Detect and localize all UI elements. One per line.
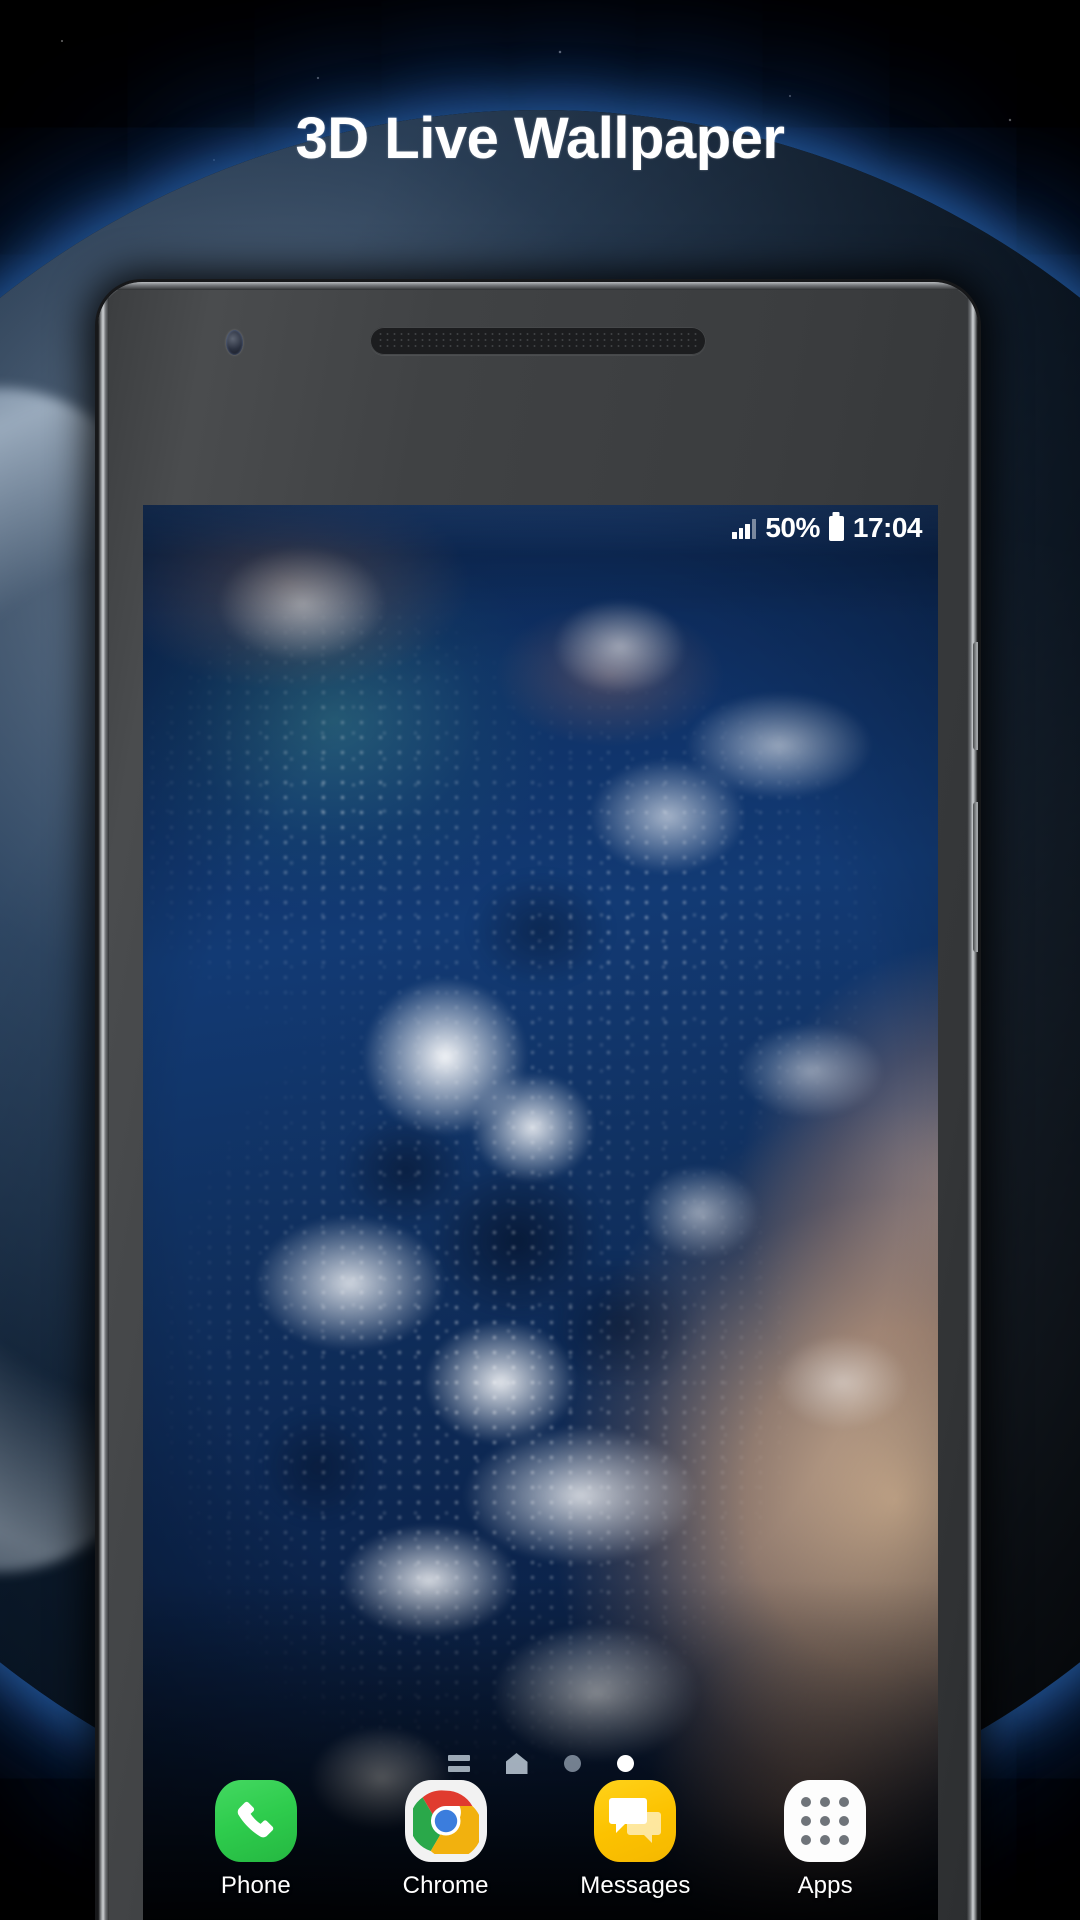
phone-screen[interactable]: 50% 17:04 Phone Chrome Messages Apps [143, 505, 938, 1920]
dock-item-apps[interactable]: Apps [750, 1780, 900, 1900]
speaker-holes [377, 331, 699, 351]
wallpaper-vignette [143, 505, 938, 1920]
dock-label: Chrome [402, 1872, 489, 1899]
page-indicator [143, 1753, 938, 1774]
home-page-icon[interactable] [505, 1753, 528, 1774]
chrome-icon[interactable] [404, 1780, 487, 1862]
phone-left-rim [98, 282, 109, 1920]
dock-label: Phone [220, 1872, 291, 1899]
front-camera-icon [226, 330, 243, 355]
volume-button[interactable] [973, 802, 978, 952]
messages-icon[interactable] [594, 1780, 677, 1862]
dock-item-chrome[interactable]: Chrome [371, 1780, 521, 1900]
page-title: 3D Live Wallpaper [295, 106, 785, 171]
phone-right-rim [967, 282, 978, 1920]
battery-icon [828, 515, 844, 541]
battery-percent-label: 50% [765, 512, 820, 543]
dock-label: Apps [797, 1872, 853, 1899]
power-button[interactable] [973, 642, 978, 750]
status-bar: 50% 17:04 [143, 505, 938, 551]
phone-mockup: 50% 17:04 Phone Chrome Messages Apps [98, 282, 978, 1920]
apps-grid-dots [801, 1797, 850, 1845]
cellular-signal-icon [732, 518, 757, 539]
status-bar-clock: 17:04 [852, 512, 923, 543]
home-dock: Phone Chrome Messages Apps [143, 1774, 938, 1920]
dock-item-messages[interactable]: Messages [560, 1780, 710, 1900]
page-dot[interactable] [563, 1755, 581, 1772]
dock-label: Messages [580, 1872, 691, 1899]
dock-item-phone[interactable]: Phone [181, 1780, 331, 1900]
apps-grid-icon[interactable] [784, 1780, 867, 1862]
page-dot-active[interactable] [616, 1755, 634, 1772]
phone-body: 50% 17:04 Phone Chrome Messages Apps [98, 282, 978, 1920]
phone-icon[interactable] [214, 1780, 297, 1862]
briefing-page-icon[interactable] [447, 1755, 470, 1772]
phone-top-rim [106, 282, 970, 290]
promo-screenshot: 3D Live Wallpaper 50% 17:04 Phone Chrome… [0, 0, 1080, 1920]
speaker-grill-icon [370, 327, 706, 355]
